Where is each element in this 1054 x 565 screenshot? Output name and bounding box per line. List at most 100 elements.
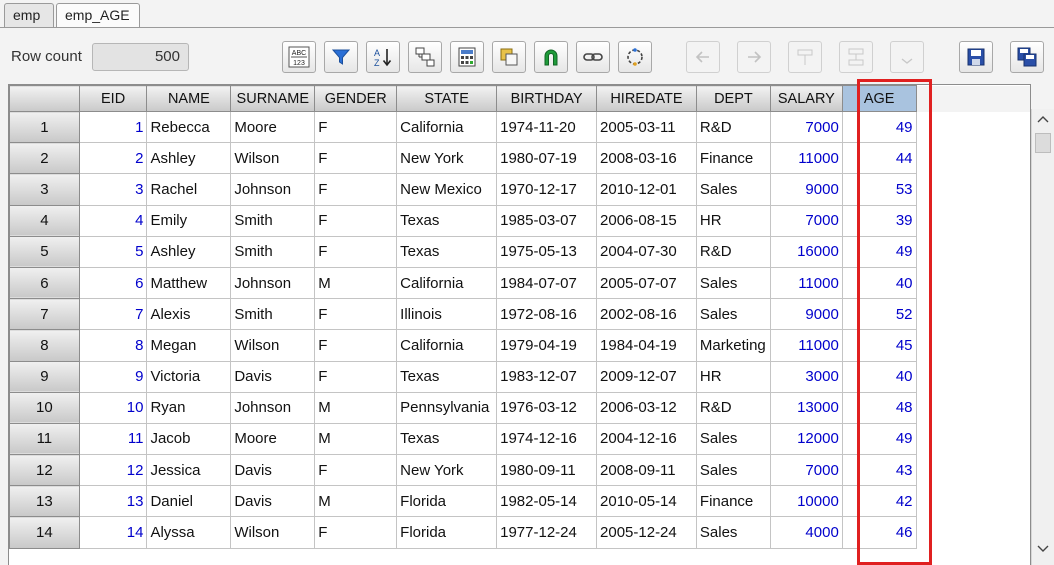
cell-gender[interactable]: F [314,110,398,144]
cell-surname[interactable]: Wilson [230,516,316,549]
cell-salary[interactable]: 10000 [769,485,843,518]
cell-surname[interactable]: Davis [230,485,316,518]
table-row[interactable]: 3 3 Rachel Johnson F New Mexico 1970-12-17 2010… [9,173,1030,206]
column-header-birthday[interactable]: BIRTHDAY [496,85,598,112]
cell-hiredate[interactable]: 2009-12-07 [596,360,697,393]
cell-eid[interactable]: 1 [78,110,148,144]
cell-surname[interactable]: Smith [230,204,316,237]
cell-surname[interactable]: Johnson [230,391,316,424]
cell-eid[interactable]: 11 [78,422,148,456]
cell-age[interactable]: 39 [841,204,917,237]
cell-dept[interactable]: R&D [695,235,771,268]
cell-salary[interactable]: 11000 [769,142,843,175]
cell-eid[interactable]: 8 [78,329,148,362]
cell-state[interactable]: Texas [396,204,498,237]
cell-dept[interactable]: Sales [695,266,771,300]
cell-hiredate[interactable]: 2004-12-16 [596,422,697,456]
cell-surname[interactable]: Davis [230,454,316,487]
table-row[interactable]: 11 11 Jacob Moore M Texas 1974-12-16 2004-12-16… [9,422,1030,456]
group-button[interactable] [408,41,442,73]
sort-button[interactable]: A Z [366,41,400,73]
cell-salary[interactable]: 11000 [769,329,843,362]
column-header-salary[interactable]: SALARY [769,85,843,112]
cell-dept[interactable]: R&D [695,391,771,424]
cell-state[interactable]: California [396,266,498,300]
abc-123-button[interactable]: ABC 123 [282,41,316,73]
cell-dept[interactable]: R&D [695,110,771,144]
cell-gender[interactable]: M [314,485,398,518]
cell-dept[interactable]: Sales [695,173,771,206]
cell-birthday[interactable]: 1977-12-24 [496,516,598,549]
cell-birthday[interactable]: 1970-12-17 [496,173,598,206]
cell-hiredate[interactable]: 1984-04-19 [596,329,697,362]
cell-surname[interactable]: Johnson [230,173,316,206]
cell-salary[interactable]: 4000 [769,516,843,549]
column-header-eid[interactable]: EID [78,85,148,112]
cell-name[interactable]: Rachel [146,173,232,206]
corner-cell[interactable] [9,85,80,112]
cell-name[interactable]: Matthew [146,266,232,300]
table-row[interactable]: 4 4 Emily Smith F Texas 1985-03-07 2006-08-15 HR… [9,204,1030,237]
table-row[interactable]: 7 7 Alexis Smith F Illinois 1972-08-16 2002-08-… [9,298,1030,331]
cell-hiredate[interactable]: 2008-03-16 [596,142,697,175]
cell-birthday[interactable]: 1975-05-13 [496,235,598,268]
row-header[interactable]: 7 [9,298,80,331]
cell-age[interactable]: 45 [841,329,917,362]
cell-gender[interactable]: F [314,235,398,268]
column-header-hiredate[interactable]: HIREDATE [596,85,697,112]
cell-surname[interactable]: Wilson [230,329,316,362]
cell-state[interactable]: New York [396,454,498,487]
cell-salary[interactable]: 7000 [769,204,843,237]
copy-button[interactable] [492,41,526,73]
save-button[interactable] [959,41,993,73]
cell-age[interactable]: 46 [841,516,917,549]
cell-salary[interactable]: 3000 [769,360,843,393]
cell-state[interactable]: New Mexico [396,173,498,206]
vertical-scrollbar[interactable] [1031,109,1054,565]
cell-surname[interactable]: Davis [230,360,316,393]
cell-surname[interactable]: Wilson [230,142,316,175]
cell-hiredate[interactable]: 2005-03-11 [596,110,697,144]
cell-name[interactable]: Alexis [146,298,232,331]
row-header[interactable]: 12 [9,454,80,487]
cell-birthday[interactable]: 1985-03-07 [496,204,598,237]
cell-eid[interactable]: 12 [78,454,148,487]
cell-dept[interactable]: Finance [695,142,771,175]
cell-hiredate[interactable]: 2005-12-24 [596,516,697,549]
cell-birthday[interactable]: 1974-12-16 [496,422,598,456]
cell-age[interactable]: 44 [841,142,917,175]
row-header[interactable]: 5 [9,235,80,268]
cell-gender[interactable]: M [314,266,398,300]
table-row[interactable]: 10 10 Ryan Johnson M Pennsylvania 1976-03-12 20… [9,391,1030,424]
cell-birthday[interactable]: 1980-07-19 [496,142,598,175]
cell-eid[interactable]: 7 [78,298,148,331]
save-as-button[interactable] [1010,41,1044,73]
cell-name[interactable]: Jessica [146,454,232,487]
previous-button[interactable] [686,41,720,73]
cell-name[interactable]: Rebecca [146,110,232,144]
table-row[interactable]: 9 9 Victoria Davis F Texas 1983-12-07 2009-12-0… [9,360,1030,393]
cell-state[interactable]: New York [396,142,498,175]
link-button[interactable] [576,41,610,73]
cell-name[interactable]: Ashley [146,142,232,175]
cell-birthday[interactable]: 1976-03-12 [496,391,598,424]
cell-gender[interactable]: M [314,422,398,456]
table-row[interactable]: 8 8 Megan Wilson F California 1979-04-19 1984-0… [9,329,1030,362]
column-header-surname[interactable]: SURNAME [230,85,316,112]
cell-surname[interactable]: Moore [230,422,316,456]
table-row[interactable]: 14 14 Alyssa Wilson F Florida 1977-12-24 2005-1… [9,516,1030,549]
cell-eid[interactable]: 3 [78,173,148,206]
table-row[interactable]: 1 1 Rebecca Moore F California 1974-11-20 2005-… [9,110,1030,144]
cell-age[interactable]: 43 [841,454,917,487]
cell-gender[interactable]: F [314,360,398,393]
tab-emp-age[interactable]: emp_AGE [56,3,140,28]
cell-gender[interactable]: M [314,391,398,424]
cell-name[interactable]: Jacob [146,422,232,456]
split-column-button[interactable] [839,41,873,73]
table-row[interactable]: 6 6 Matthew Johnson M California 1984-07-07 200… [9,266,1030,300]
table-row[interactable]: 13 13 Daniel Davis M Florida 1982-05-14 2010-05… [9,485,1030,518]
cell-age[interactable]: 52 [841,298,917,331]
cell-salary[interactable]: 11000 [769,266,843,300]
row-header[interactable]: 2 [9,142,80,175]
cell-gender[interactable]: F [314,204,398,237]
